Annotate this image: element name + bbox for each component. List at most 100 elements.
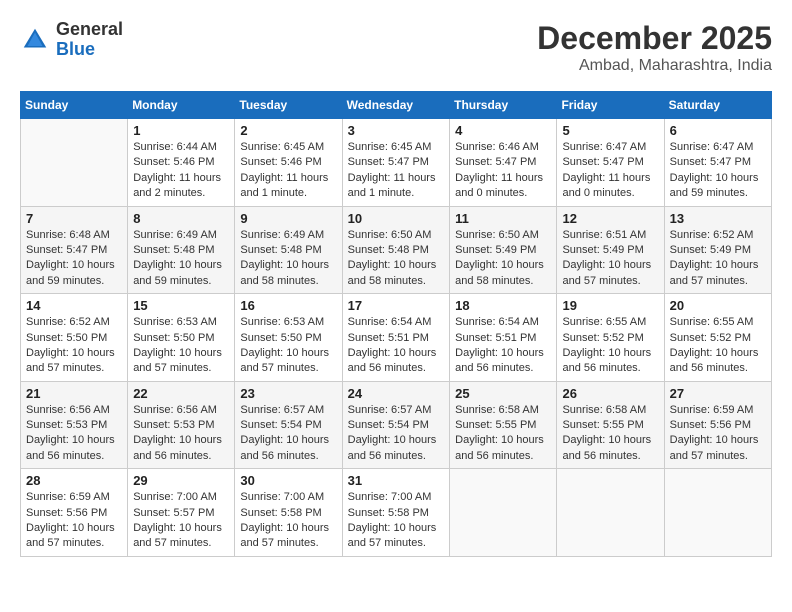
- day-number: 23: [240, 386, 336, 401]
- week-row-2: 7 Sunrise: 6:48 AM Sunset: 5:47 PM Daylig…: [21, 206, 772, 294]
- day-number: 28: [26, 473, 122, 488]
- weekday-friday: Friday: [557, 92, 664, 119]
- day-info: Sunrise: 6:51 AM Sunset: 5:49 PM Dayligh…: [562, 228, 658, 290]
- day-cell: 3 Sunrise: 6:45 AM Sunset: 5:47 PM Daylig…: [342, 119, 450, 207]
- day-cell: 1Sunrise: 6:44 AM Sunset: 5:46 PM Daylig…: [128, 119, 235, 207]
- day-info: Sunrise: 6:46 AM Sunset: 5:47 PM Dayligh…: [455, 140, 551, 202]
- day-number: 26: [562, 386, 658, 401]
- day-cell: 17Sunrise: 6:54 AM Sunset: 5:51 PM Dayli…: [342, 294, 450, 382]
- day-cell: 2Sunrise: 6:45 AM Sunset: 5:46 PM Daylig…: [235, 119, 342, 207]
- day-info: Sunrise: 6:52 AM Sunset: 5:49 PM Dayligh…: [670, 228, 766, 290]
- day-cell: 19Sunrise: 6:55 AM Sunset: 5:52 PM Dayli…: [557, 294, 664, 382]
- day-cell: 16 Sunrise: 6:53 AM Sunset: 5:50 PM Dayli…: [235, 294, 342, 382]
- logo-text: General Blue: [56, 20, 123, 60]
- day-info: Sunrise: 6:57 AM Sunset: 5:54 PM Dayligh…: [240, 403, 336, 465]
- month-title: December 2025: [537, 20, 772, 57]
- weekday-sunday: Sunday: [21, 92, 128, 119]
- weekday-monday: Monday: [128, 92, 235, 119]
- day-info: Sunrise: 6:49 AM Sunset: 5:48 PM Dayligh…: [240, 228, 336, 290]
- day-number: 19: [562, 298, 658, 313]
- day-info: Sunrise: 7:00 AM Sunset: 5:58 PM Dayligh…: [348, 490, 445, 552]
- day-cell: 26 Sunrise: 6:58 AM Sunset: 5:55 PM Dayli…: [557, 381, 664, 469]
- day-cell: 29 Sunrise: 7:00 AM Sunset: 5:57 PM Dayli…: [128, 469, 235, 557]
- day-number: 25: [455, 386, 551, 401]
- day-number: 15: [133, 298, 229, 313]
- day-cell: 10 Sunrise: 6:50 AM Sunset: 5:48 PM Dayli…: [342, 206, 450, 294]
- day-info: Sunrise: 6:52 AM Sunset: 5:50 PM Dayligh…: [26, 315, 122, 377]
- day-number: 29: [133, 473, 229, 488]
- day-number: 10: [348, 211, 445, 226]
- day-info: Sunrise: 6:59 AM Sunset: 5:56 PM Dayligh…: [670, 403, 766, 465]
- day-cell: 24Sunrise: 6:57 AM Sunset: 5:54 PM Dayli…: [342, 381, 450, 469]
- day-number: 31: [348, 473, 445, 488]
- day-number: 13: [670, 211, 766, 226]
- day-cell: 20Sunrise: 6:55 AM Sunset: 5:52 PM Dayli…: [664, 294, 771, 382]
- day-number: 24: [348, 386, 445, 401]
- day-cell: 30 Sunrise: 7:00 AM Sunset: 5:58 PM Dayli…: [235, 469, 342, 557]
- day-cell: 21Sunrise: 6:56 AM Sunset: 5:53 PM Dayli…: [21, 381, 128, 469]
- week-row-3: 14 Sunrise: 6:52 AM Sunset: 5:50 PM Dayli…: [21, 294, 772, 382]
- day-info: Sunrise: 6:53 AM Sunset: 5:50 PM Dayligh…: [133, 315, 229, 377]
- day-number: 1: [133, 123, 229, 138]
- day-number: 4: [455, 123, 551, 138]
- day-info: Sunrise: 7:00 AM Sunset: 5:58 PM Dayligh…: [240, 490, 336, 552]
- day-info: Sunrise: 6:59 AM Sunset: 5:56 PM Dayligh…: [26, 490, 122, 552]
- day-cell: 25 Sunrise: 6:58 AM Sunset: 5:55 PM Dayli…: [450, 381, 557, 469]
- day-number: 16: [240, 298, 336, 313]
- day-cell: 5 Sunrise: 6:47 AM Sunset: 5:47 PM Daylig…: [557, 119, 664, 207]
- day-info: Sunrise: 6:54 AM Sunset: 5:51 PM Dayligh…: [348, 315, 445, 377]
- day-cell: 8 Sunrise: 6:49 AM Sunset: 5:48 PM Daylig…: [128, 206, 235, 294]
- day-cell: [664, 469, 771, 557]
- day-info: Sunrise: 6:48 AM Sunset: 5:47 PM Dayligh…: [26, 228, 122, 290]
- day-number: 9: [240, 211, 336, 226]
- day-cell: 23 Sunrise: 6:57 AM Sunset: 5:54 PM Dayli…: [235, 381, 342, 469]
- day-number: 11: [455, 211, 551, 226]
- day-info: Sunrise: 6:47 AM Sunset: 5:47 PM Dayligh…: [562, 140, 658, 202]
- weekday-saturday: Saturday: [664, 92, 771, 119]
- day-info: Sunrise: 6:58 AM Sunset: 5:55 PM Dayligh…: [562, 403, 658, 465]
- day-number: 30: [240, 473, 336, 488]
- day-cell: 4 Sunrise: 6:46 AM Sunset: 5:47 PM Daylig…: [450, 119, 557, 207]
- day-cell: 27 Sunrise: 6:59 AM Sunset: 5:56 PM Dayli…: [664, 381, 771, 469]
- day-number: 3: [348, 123, 445, 138]
- day-number: 20: [670, 298, 766, 313]
- day-cell: 9 Sunrise: 6:49 AM Sunset: 5:48 PM Daylig…: [235, 206, 342, 294]
- day-number: 18: [455, 298, 551, 313]
- day-info: Sunrise: 6:49 AM Sunset: 5:48 PM Dayligh…: [133, 228, 229, 290]
- day-info: Sunrise: 6:53 AM Sunset: 5:50 PM Dayligh…: [240, 315, 336, 377]
- day-info: Sunrise: 6:50 AM Sunset: 5:48 PM Dayligh…: [348, 228, 445, 290]
- day-cell: 18 Sunrise: 6:54 AM Sunset: 5:51 PM Dayli…: [450, 294, 557, 382]
- day-info: Sunrise: 6:45 AM Sunset: 5:47 PM Dayligh…: [348, 140, 445, 202]
- day-number: 27: [670, 386, 766, 401]
- day-number: 5: [562, 123, 658, 138]
- day-number: 14: [26, 298, 122, 313]
- day-cell: [450, 469, 557, 557]
- week-row-5: 28 Sunrise: 6:59 AM Sunset: 5:56 PM Dayli…: [21, 469, 772, 557]
- weekday-header-row: SundayMondayTuesdayWednesdayThursdayFrid…: [21, 92, 772, 119]
- day-info: Sunrise: 6:58 AM Sunset: 5:55 PM Dayligh…: [455, 403, 551, 465]
- day-cell: [21, 119, 128, 207]
- day-info: Sunrise: 6:47 AM Sunset: 5:47 PM Dayligh…: [670, 140, 766, 202]
- day-info: Sunrise: 6:50 AM Sunset: 5:49 PM Dayligh…: [455, 228, 551, 290]
- weekday-tuesday: Tuesday: [235, 92, 342, 119]
- logo: General Blue: [20, 20, 123, 60]
- day-number: 8: [133, 211, 229, 226]
- day-cell: [557, 469, 664, 557]
- day-cell: 28 Sunrise: 6:59 AM Sunset: 5:56 PM Dayli…: [21, 469, 128, 557]
- day-cell: 22 Sunrise: 6:56 AM Sunset: 5:53 PM Dayli…: [128, 381, 235, 469]
- day-cell: 13 Sunrise: 6:52 AM Sunset: 5:49 PM Dayli…: [664, 206, 771, 294]
- day-info: Sunrise: 6:54 AM Sunset: 5:51 PM Dayligh…: [455, 315, 551, 377]
- day-number: 22: [133, 386, 229, 401]
- day-cell: 15 Sunrise: 6:53 AM Sunset: 5:50 PM Dayli…: [128, 294, 235, 382]
- page-header: General Blue December 2025 Ambad, Mahara…: [20, 20, 772, 75]
- day-cell: 12 Sunrise: 6:51 AM Sunset: 5:49 PM Dayli…: [557, 206, 664, 294]
- day-cell: 14 Sunrise: 6:52 AM Sunset: 5:50 PM Dayli…: [21, 294, 128, 382]
- day-number: 7: [26, 211, 122, 226]
- day-cell: 7 Sunrise: 6:48 AM Sunset: 5:47 PM Daylig…: [21, 206, 128, 294]
- day-info: Sunrise: 7:00 AM Sunset: 5:57 PM Dayligh…: [133, 490, 229, 552]
- weekday-thursday: Thursday: [450, 92, 557, 119]
- day-cell: 11 Sunrise: 6:50 AM Sunset: 5:49 PM Dayli…: [450, 206, 557, 294]
- day-info: Sunrise: 6:56 AM Sunset: 5:53 PM Dayligh…: [133, 403, 229, 465]
- location: Ambad, Maharashtra, India: [537, 57, 772, 75]
- day-number: 12: [562, 211, 658, 226]
